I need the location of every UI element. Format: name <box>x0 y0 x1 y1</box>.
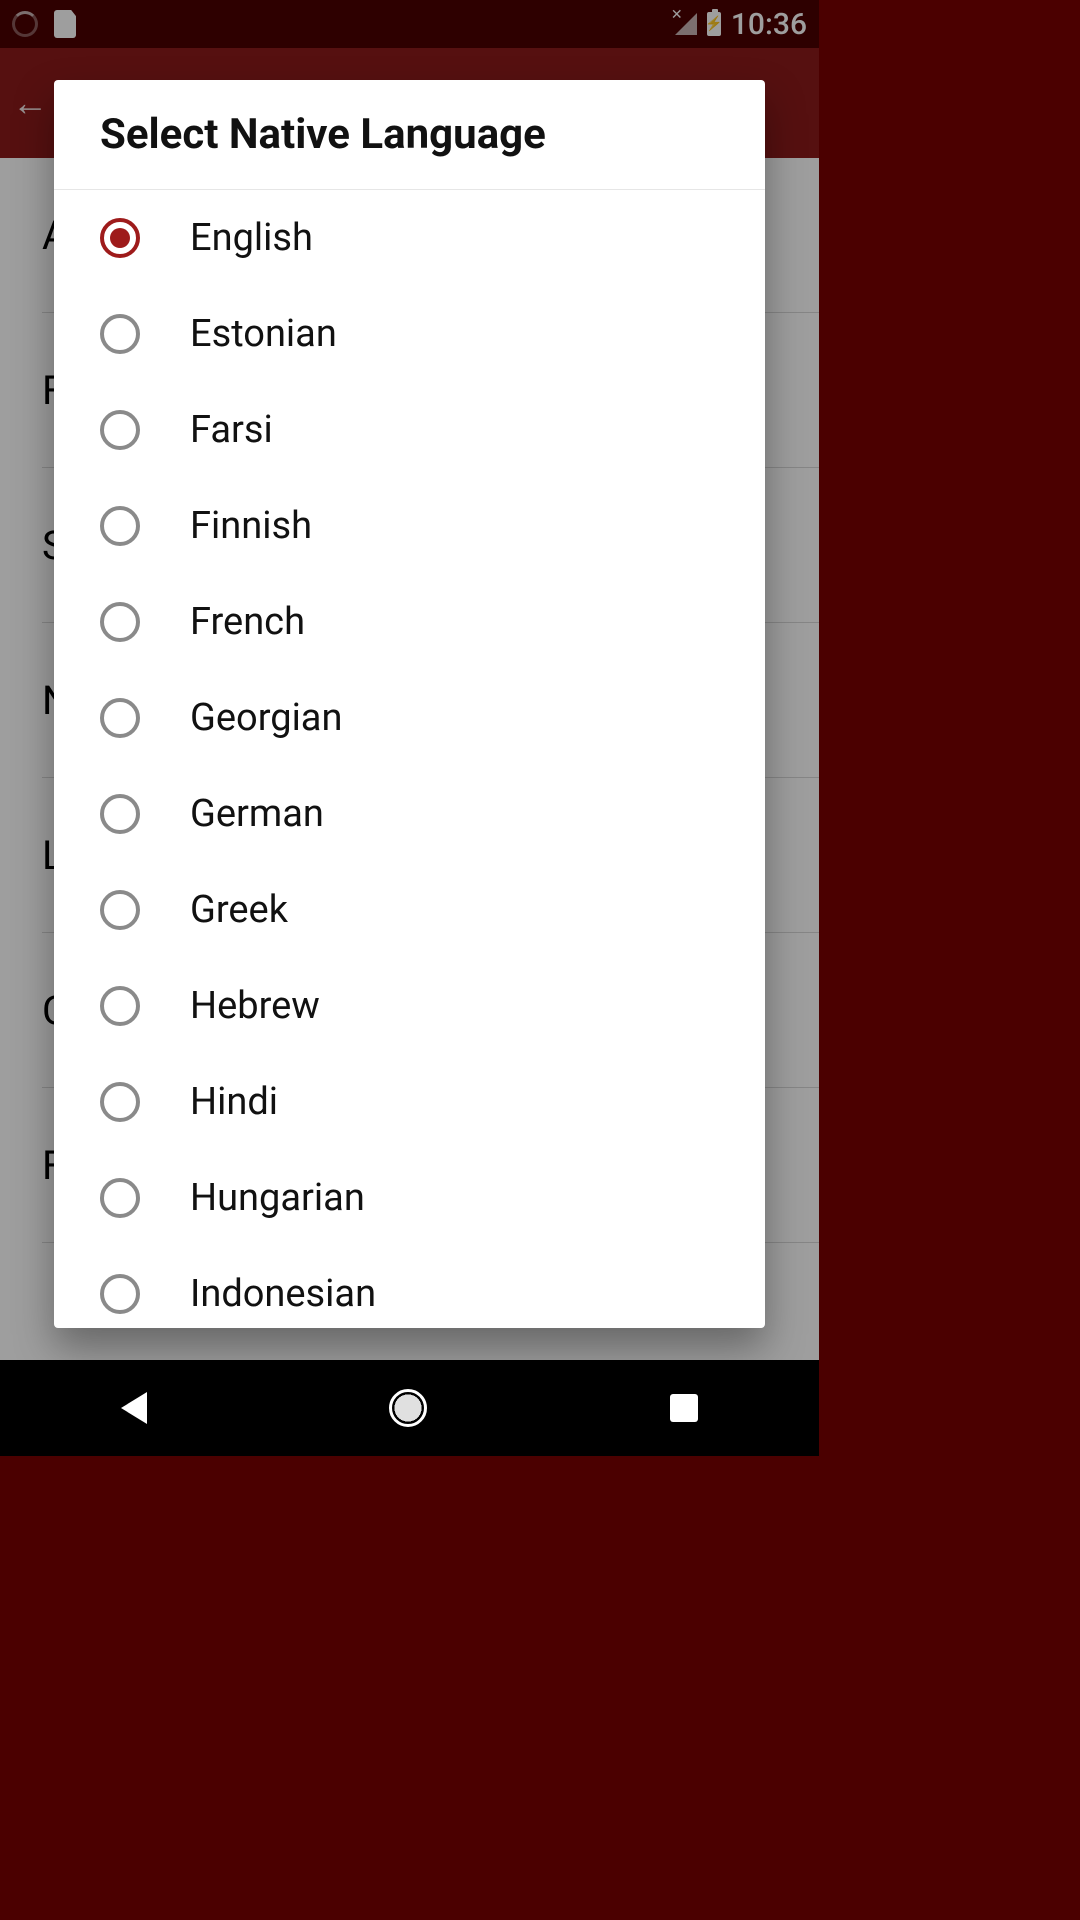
language-option[interactable]: Hebrew <box>54 958 765 1054</box>
radio-button-icon <box>100 1082 140 1122</box>
radio-button-icon <box>100 1178 140 1218</box>
language-options-list[interactable]: English Estonian Farsi Finnish French Georgia… <box>54 190 765 1328</box>
language-option[interactable]: French <box>54 574 765 670</box>
language-option[interactable]: Greek <box>54 862 765 958</box>
radio-button-icon <box>100 698 140 738</box>
language-option-label: German <box>190 792 324 836</box>
radio-button-icon <box>100 890 140 930</box>
radio-button-icon <box>100 314 140 354</box>
language-option[interactable]: Hindi <box>54 1054 765 1150</box>
language-option[interactable]: Indonesian <box>54 1246 765 1328</box>
language-option[interactable]: English <box>54 190 765 286</box>
radio-button-icon <box>100 506 140 546</box>
language-option[interactable]: Estonian <box>54 286 765 382</box>
navigation-bar <box>0 1360 819 1456</box>
language-option[interactable]: Farsi <box>54 382 765 478</box>
language-option-label: Farsi <box>190 408 273 452</box>
language-option-label: Hindi <box>190 1080 278 1124</box>
select-language-dialog: Select Native Language English Estonian Fa… <box>54 80 765 1328</box>
radio-button-icon <box>100 794 140 834</box>
language-option[interactable]: Hungarian <box>54 1150 765 1246</box>
language-option-label: Hungarian <box>190 1176 365 1220</box>
language-option-label: Estonian <box>190 312 337 356</box>
radio-button-icon <box>100 986 140 1026</box>
language-option-label: Indonesian <box>190 1272 376 1316</box>
language-option-label: Greek <box>190 888 288 932</box>
language-option[interactable]: Georgian <box>54 670 765 766</box>
language-option-label: Hebrew <box>190 984 320 1028</box>
language-option[interactable]: German <box>54 766 765 862</box>
nav-back-button[interactable] <box>121 1392 147 1424</box>
dialog-title: Select Native Language <box>54 80 765 190</box>
radio-button-icon <box>100 410 140 450</box>
radio-button-icon <box>100 602 140 642</box>
radio-button-icon <box>100 218 140 258</box>
radio-button-icon <box>100 1274 140 1314</box>
language-option-label: Finnish <box>190 504 312 548</box>
language-option-label: Georgian <box>190 696 342 740</box>
language-option-label: English <box>190 216 313 260</box>
nav-recent-button[interactable] <box>670 1394 698 1422</box>
nav-home-button[interactable] <box>389 1389 427 1427</box>
language-option[interactable]: Finnish <box>54 478 765 574</box>
language-option-label: French <box>190 600 305 644</box>
